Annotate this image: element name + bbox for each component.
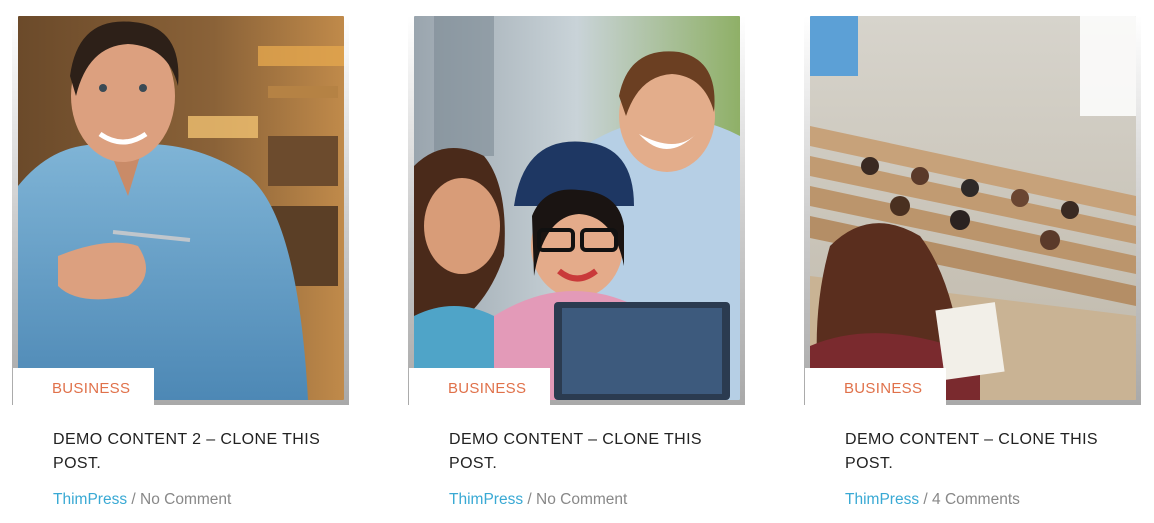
blog-post-grid: BUSINESS DEMO CONTENT 2 – CLONE THIS POS… xyxy=(0,0,1154,523)
author-link[interactable]: ThimPress xyxy=(449,491,523,508)
post-thumbnail[interactable] xyxy=(810,16,1136,400)
meta-separator: / xyxy=(923,491,933,508)
meta-separator: / xyxy=(527,491,537,508)
post-thumbnail[interactable] xyxy=(18,16,344,400)
comments-link[interactable]: 4 Comments xyxy=(932,491,1020,508)
post-meta: ThimPress / No Comment xyxy=(449,491,627,509)
students-laughing-image xyxy=(414,16,740,400)
author-link[interactable]: ThimPress xyxy=(845,491,919,508)
category-tag[interactable]: BUSINESS xyxy=(805,368,946,408)
man-with-pen-image xyxy=(18,16,344,400)
category-tag[interactable]: BUSINESS xyxy=(13,368,154,408)
post-card: BUSINESS DEMO CONTENT 2 – CLONE THIS POS… xyxy=(12,0,352,523)
comments-link[interactable]: No Comment xyxy=(140,491,231,508)
post-title[interactable]: DEMO CONTENT 2 – CLONE THIS POST. xyxy=(53,428,343,476)
comments-link[interactable]: No Comment xyxy=(536,491,627,508)
post-card: BUSINESS DEMO CONTENT – CLONE THIS POST.… xyxy=(804,0,1144,523)
post-card: BUSINESS DEMO CONTENT – CLONE THIS POST.… xyxy=(408,0,748,523)
post-title[interactable]: DEMO CONTENT – CLONE THIS POST. xyxy=(845,428,1135,476)
author-link[interactable]: ThimPress xyxy=(53,491,127,508)
post-title[interactable]: DEMO CONTENT – CLONE THIS POST. xyxy=(449,428,739,476)
lecture-hall-image xyxy=(810,16,1136,400)
meta-separator: / xyxy=(131,491,141,508)
post-meta: ThimPress / No Comment xyxy=(53,491,231,509)
category-tag[interactable]: BUSINESS xyxy=(409,368,550,408)
post-meta: ThimPress / 4 Comments xyxy=(845,491,1020,509)
post-thumbnail[interactable] xyxy=(414,16,740,400)
